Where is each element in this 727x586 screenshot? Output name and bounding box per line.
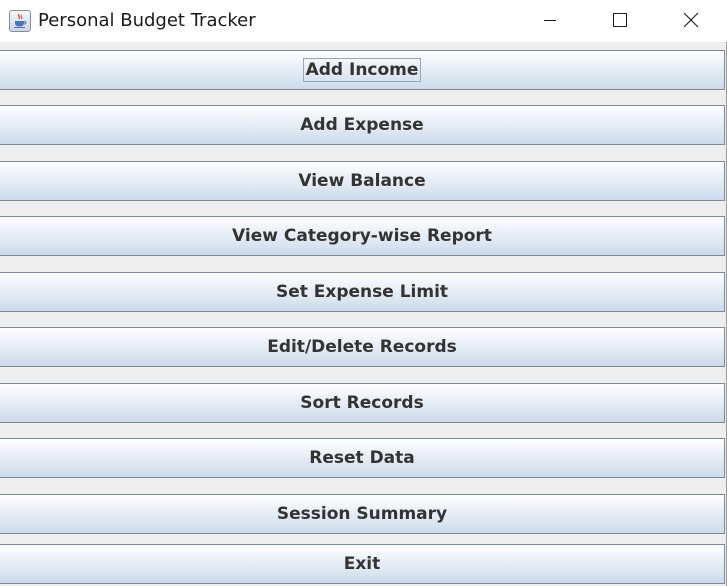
- button-label: Sort Records: [300, 393, 424, 413]
- button-label: Add Income: [302, 58, 422, 82]
- window-title: Personal Budget Tracker: [38, 10, 256, 31]
- view-category-report-button[interactable]: View Category-wise Report: [0, 216, 725, 256]
- session-summary-button[interactable]: Session Summary: [0, 494, 725, 534]
- minimize-icon: [544, 20, 556, 21]
- set-expense-limit-button[interactable]: Set Expense Limit: [0, 272, 725, 312]
- maximize-button[interactable]: [597, 0, 643, 40]
- exit-button[interactable]: Exit: [0, 544, 725, 584]
- edit-delete-records-button[interactable]: Edit/Delete Records: [0, 327, 725, 367]
- view-balance-button[interactable]: View Balance: [0, 161, 725, 201]
- title-bar[interactable]: Personal Budget Tracker: [0, 0, 727, 42]
- button-label: Add Expense: [300, 115, 424, 135]
- close-icon: [683, 12, 699, 28]
- add-expense-button[interactable]: Add Expense: [0, 105, 725, 145]
- button-label: Set Expense Limit: [275, 282, 449, 302]
- maximize-icon: [613, 13, 627, 27]
- button-label: View Balance: [298, 171, 426, 191]
- button-label: Reset Data: [309, 448, 415, 468]
- minimize-button[interactable]: [527, 0, 573, 40]
- sort-records-button[interactable]: Sort Records: [0, 383, 725, 423]
- button-label: Exit: [343, 554, 381, 574]
- button-label: View Category-wise Report: [232, 226, 492, 246]
- java-coffee-cup-icon[interactable]: [9, 10, 31, 32]
- app-window: Personal Budget Tracker Add Income Add E…: [0, 0, 727, 586]
- add-income-button[interactable]: Add Income: [0, 50, 725, 90]
- menu-panel: Add Income Add Expense View Balance View…: [0, 45, 726, 586]
- button-label: Edit/Delete Records: [267, 337, 457, 357]
- close-button[interactable]: [668, 0, 714, 40]
- reset-data-button[interactable]: Reset Data: [0, 438, 725, 478]
- button-label: Session Summary: [276, 504, 448, 524]
